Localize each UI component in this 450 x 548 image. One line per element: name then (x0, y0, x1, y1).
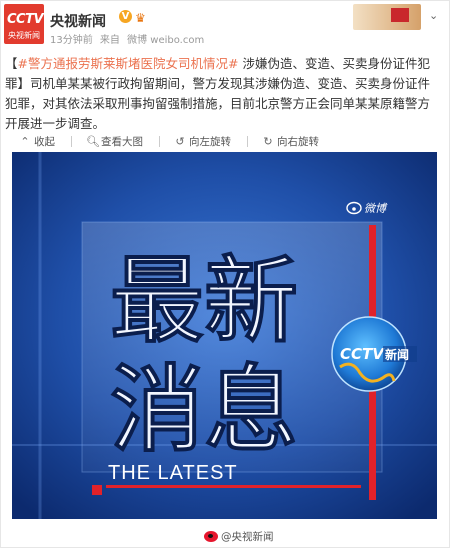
avatar[interactable]: CCTV 央视新闻 (4, 4, 44, 44)
decorative-banner (353, 4, 421, 30)
rotate-left-label: 向左旋转 (189, 135, 231, 148)
toolbar-divider (71, 135, 72, 147)
post-image[interactable]: 微博 最新 消息 THE LATEST CCTV 新闻 (12, 152, 437, 519)
flag-icon (391, 8, 409, 22)
author-name[interactable]: 央视新闻 (50, 11, 106, 31)
rotate-right-button[interactable]: ↻ 向右旋转 (262, 134, 319, 149)
rotate-right-icon: ↻ (263, 134, 273, 148)
image-toolbar: ⌃ 收起 🔍︎ 查看大图 ↺ 向左旋转 ↻ 向右旋转 (19, 133, 335, 149)
svg-text:微博: 微博 (364, 202, 388, 215)
hashtag-link[interactable]: #警方通报劳斯莱斯堵医院女司机情况# (18, 56, 239, 71)
collapse-button[interactable]: ⌃ 收起 (19, 134, 55, 149)
svg-text:CCTV: CCTV (340, 345, 385, 363)
post-text: 【#警方通报劳斯莱斯堵医院女司机情况# 涉嫌伪造、变造、买卖身份证件犯罪】司机单… (5, 54, 441, 134)
weibo-post-card: CCTV 央视新闻 央视新闻 V ♛ 13分钟前 来自 微博 weibo.com… (0, 0, 450, 548)
bracket-open: 【 (5, 56, 18, 71)
rotate-left-button[interactable]: ↺ 向左旋转 (174, 134, 231, 149)
avatar-caption: 央视新闻 (8, 31, 40, 40)
toolbar-divider (247, 135, 248, 147)
headline-bottom: 消息 (110, 356, 298, 465)
view-large-label: 查看大图 (101, 135, 143, 148)
chevron-down-icon[interactable]: ⌄ (429, 9, 438, 22)
source-prefix: 来自 (99, 35, 120, 46)
latest-news-graphic: 微博 最新 消息 THE LATEST CCTV 新闻 (12, 152, 437, 519)
post-time[interactable]: 13分钟前 (50, 35, 93, 46)
headline-top: 最新 (110, 247, 298, 356)
collapse-icon: ⌃ (20, 134, 30, 148)
rotate-right-label: 向右旋转 (277, 135, 319, 148)
post-source[interactable]: 微博 weibo.com (127, 35, 204, 46)
verified-icon: V (119, 10, 132, 23)
caption-text[interactable]: @央视新闻 (221, 529, 274, 544)
headline-subtitle: THE LATEST (108, 462, 238, 484)
weibo-icon (204, 531, 218, 542)
avatar-logo-text: CCTV (7, 12, 44, 27)
crown-icon: ♛ (135, 11, 146, 25)
rotate-left-icon: ↺ (175, 134, 185, 148)
image-caption: @央视新闻 (204, 529, 274, 544)
collapse-label: 收起 (34, 135, 55, 148)
post-meta: 13分钟前 来自 微博 weibo.com (50, 31, 208, 46)
search-icon: 🔍︎ (86, 134, 100, 148)
svg-text:新闻: 新闻 (385, 347, 409, 362)
view-large-button[interactable]: 🔍︎ 查看大图 (86, 134, 143, 149)
toolbar-divider (159, 135, 160, 147)
